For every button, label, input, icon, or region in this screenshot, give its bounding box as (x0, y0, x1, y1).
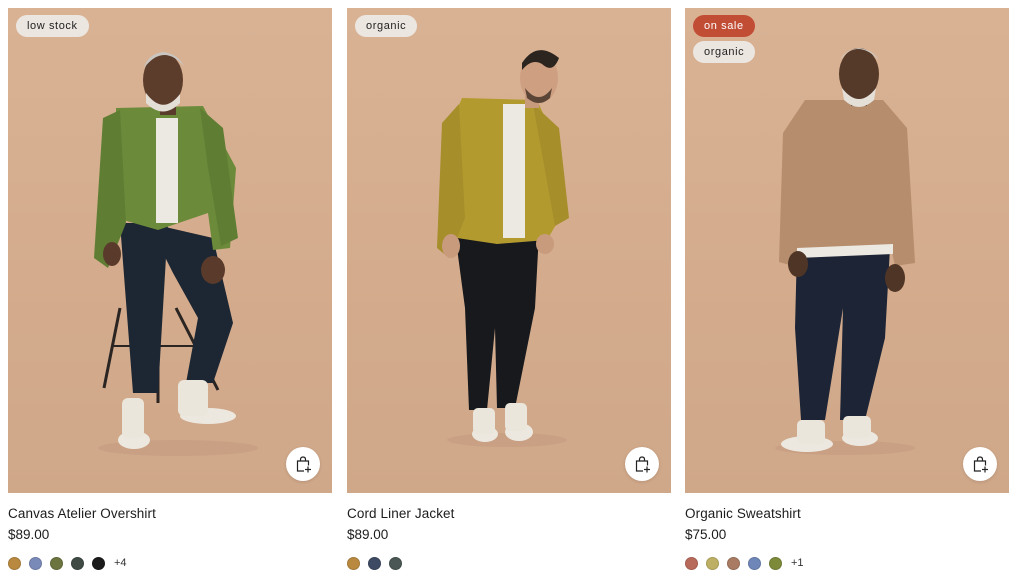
badge-group: on sale organic (693, 15, 756, 63)
model-photo-illustration (437, 50, 569, 447)
product-image[interactable]: low stock (8, 8, 332, 493)
color-swatches: +4 (8, 556, 332, 570)
badge-group: low stock (16, 15, 89, 37)
product-name[interactable]: Canvas Atelier Overshirt (8, 506, 332, 521)
shopping-bag-plus-icon (635, 456, 651, 473)
product-price: $89.00 (8, 527, 50, 542)
color-swatch[interactable] (769, 556, 782, 570)
product-price: $89.00 (347, 527, 389, 542)
badge-on-sale: on sale (693, 15, 755, 37)
product-card[interactable]: organic Cord Liner Jacket $89.00 (347, 8, 671, 570)
color-swatch[interactable] (368, 556, 381, 570)
badge-group: organic (355, 15, 418, 37)
color-swatch[interactable] (347, 556, 360, 570)
shopping-bag-plus-icon (973, 456, 989, 473)
product-image[interactable]: organic (347, 8, 671, 493)
color-swatch[interactable] (706, 556, 719, 570)
add-to-cart-button[interactable] (625, 447, 659, 481)
model-photo-illustration (94, 52, 258, 456)
color-swatch[interactable] (389, 556, 402, 570)
color-swatch[interactable] (29, 556, 42, 570)
color-swatch[interactable] (727, 556, 740, 570)
badge-organic: organic (355, 15, 418, 37)
add-to-cart-button[interactable] (286, 447, 320, 481)
product-image[interactable]: on sale organic (685, 8, 1009, 493)
color-swatch[interactable] (71, 556, 84, 570)
product-name[interactable]: Cord Liner Jacket (347, 506, 671, 521)
color-swatch[interactable] (748, 556, 761, 570)
model-photo-illustration (775, 48, 915, 455)
product-name[interactable]: Organic Sweatshirt (685, 506, 1009, 521)
color-swatch[interactable] (50, 556, 63, 570)
more-colors-count[interactable]: +1 (791, 557, 804, 569)
product-grid: low stock Canvas Atelier Overshirt $89.0… (0, 0, 1017, 584)
shopping-bag-plus-icon (296, 456, 312, 473)
badge-organic: organic (693, 41, 756, 63)
color-swatch[interactable] (8, 556, 21, 570)
color-swatch[interactable] (685, 556, 698, 570)
color-swatches (347, 556, 671, 570)
color-swatch[interactable] (92, 556, 105, 570)
add-to-cart-button[interactable] (963, 447, 997, 481)
badge-low-stock: low stock (16, 15, 89, 37)
product-price: $75.00 (685, 527, 727, 542)
product-card[interactable]: low stock Canvas Atelier Overshirt $89.0… (8, 8, 332, 570)
product-card[interactable]: on sale organic Organic Sweatshirt $75.0… (685, 8, 1009, 570)
more-colors-count[interactable]: +4 (114, 557, 127, 569)
color-swatches: +1 (685, 556, 1009, 570)
